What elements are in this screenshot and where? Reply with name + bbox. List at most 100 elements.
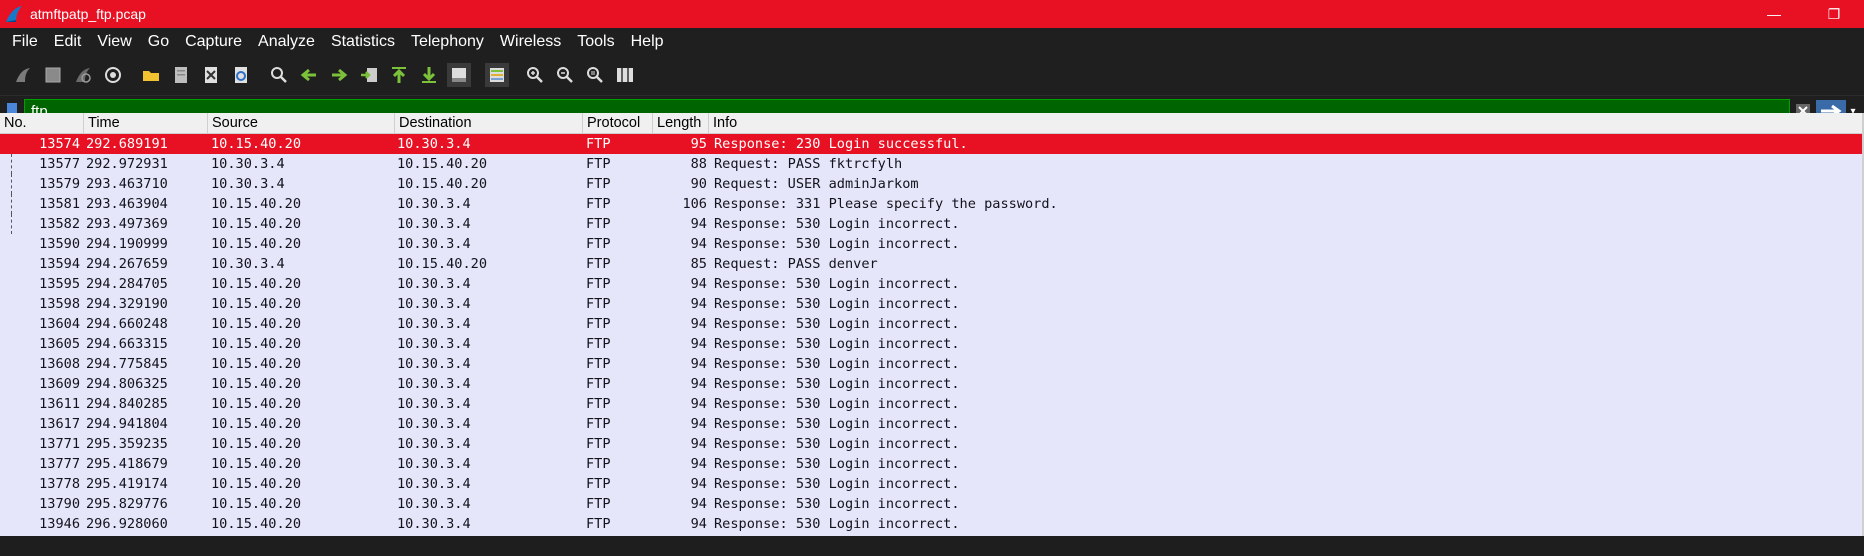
packet-length: 85 xyxy=(690,256,707,272)
menu-edit[interactable]: Edit xyxy=(46,28,90,55)
packet-protocol: FTP xyxy=(586,196,611,212)
table-row[interactable]: 13574 292.689191 10.15.40.20 10.30.3.4 FTP 95… xyxy=(0,134,1864,154)
packet-source: 10.15.40.20 xyxy=(211,396,302,412)
table-row[interactable]: 13617 294.941804 10.15.40.20 10.30.3.4 FTP 94… xyxy=(0,414,1864,434)
packet-length: 94 xyxy=(690,436,707,452)
packet-destination: 10.30.3.4 xyxy=(397,136,471,152)
column-header-no[interactable]: No. xyxy=(0,113,84,133)
menu-view[interactable]: View xyxy=(89,28,139,55)
menu-analyze[interactable]: Analyze xyxy=(250,28,323,55)
table-row[interactable]: 13582 293.497369 10.15.40.20 10.30.3.4 FTP 94… xyxy=(0,214,1864,234)
restart-capture-fin-icon[interactable] xyxy=(71,63,95,87)
menu-capture[interactable]: Capture xyxy=(177,28,250,55)
packet-number: 13778 xyxy=(39,476,80,492)
table-row[interactable]: 13581 293.463904 10.15.40.20 10.30.3.4 FTP 10… xyxy=(0,194,1864,214)
table-row[interactable]: 13778 295.419174 10.15.40.20 10.30.3.4 FTP 94… xyxy=(0,474,1864,494)
packet-number: 13590 xyxy=(39,236,80,252)
packet-source: 10.15.40.20 xyxy=(211,296,302,312)
packet-length: 94 xyxy=(690,276,707,292)
packet-number: 13608 xyxy=(39,356,80,372)
main-toolbar xyxy=(0,55,1864,96)
table-row[interactable]: 13790 295.829776 10.15.40.20 10.30.3.4 FTP 94… xyxy=(0,494,1864,514)
table-row[interactable]: 13590 294.190999 10.15.40.20 10.30.3.4 FTP 94… xyxy=(0,234,1864,254)
column-header-source[interactable]: Source xyxy=(208,113,395,133)
menu-telephony[interactable]: Telephony xyxy=(403,28,492,55)
go-first-packet-icon[interactable] xyxy=(387,63,411,87)
packet-protocol: FTP xyxy=(586,516,611,532)
colorize-icon[interactable] xyxy=(485,63,509,87)
packet-number: 13595 xyxy=(39,276,80,292)
column-header-length[interactable]: Length xyxy=(653,113,709,133)
packet-length: 106 xyxy=(682,196,707,212)
zoom-normal-icon[interactable] xyxy=(583,63,607,87)
packet-destination: 10.30.3.4 xyxy=(397,356,471,372)
packet-length: 94 xyxy=(690,356,707,372)
packet-time: 293.463710 xyxy=(86,176,168,192)
packet-number: 13579 xyxy=(0,174,84,194)
packet-destination: 10.30.3.4 xyxy=(397,436,471,452)
zoom-in-icon[interactable] xyxy=(523,63,547,87)
reload-file-icon[interactable] xyxy=(229,63,253,87)
table-row[interactable]: 13595 294.284705 10.15.40.20 10.30.3.4 FTP 94… xyxy=(0,274,1864,294)
packet-length: 90 xyxy=(690,176,707,192)
column-header-destination[interactable]: Destination xyxy=(395,113,583,133)
table-row[interactable]: 13946 296.928060 10.15.40.20 10.30.3.4 FTP 94… xyxy=(0,514,1864,534)
column-header-info[interactable]: Info xyxy=(709,113,1864,133)
minimize-button[interactable]: — xyxy=(1744,0,1804,28)
capture-options-gear-icon[interactable] xyxy=(101,63,125,87)
packet-length: 94 xyxy=(690,456,707,472)
table-row[interactable]: 13579 293.463710 10.30.3.4 10.15.40.20 FTP 90… xyxy=(0,174,1864,194)
packet-number: 13581 xyxy=(0,194,84,214)
go-back-arrow-icon[interactable] xyxy=(297,63,321,87)
packet-number: 13609 xyxy=(39,376,80,392)
packet-list-header: No. Time Source Destination Protocol Len… xyxy=(0,113,1864,134)
start-capture-fin-icon[interactable] xyxy=(11,63,35,87)
menu-tools[interactable]: Tools xyxy=(569,28,622,55)
packet-time: 294.840285 xyxy=(86,396,168,412)
packet-length: 88 xyxy=(690,156,707,172)
packet-protocol: FTP xyxy=(586,136,611,152)
menu-statistics[interactable]: Statistics xyxy=(323,28,403,55)
packet-number: 13604 xyxy=(39,316,80,332)
go-forward-arrow-icon[interactable] xyxy=(327,63,351,87)
packet-length: 94 xyxy=(690,336,707,352)
table-row[interactable]: 13594 294.267659 10.30.3.4 10.15.40.20 FTP 85… xyxy=(0,254,1864,274)
resize-columns-icon[interactable] xyxy=(613,63,637,87)
table-row[interactable]: 13609 294.806325 10.15.40.20 10.30.3.4 FTP 94… xyxy=(0,374,1864,394)
table-row[interactable]: 13605 294.663315 10.15.40.20 10.30.3.4 FTP 94… xyxy=(0,334,1864,354)
zoom-out-icon[interactable] xyxy=(553,63,577,87)
column-header-protocol[interactable]: Protocol xyxy=(583,113,653,133)
packet-destination: 10.30.3.4 xyxy=(397,516,471,532)
autoscroll-icon[interactable] xyxy=(447,63,471,87)
table-row[interactable]: 13771 295.359235 10.15.40.20 10.30.3.4 FTP 94… xyxy=(0,434,1864,454)
menu-file[interactable]: File xyxy=(4,28,46,55)
packet-info: Response: 530 Login incorrect. xyxy=(714,336,960,352)
column-header-time[interactable]: Time xyxy=(84,113,208,133)
go-last-packet-icon[interactable] xyxy=(417,63,441,87)
maximize-button[interactable]: ❐ xyxy=(1804,0,1864,28)
packet-rows: 13574 292.689191 10.15.40.20 10.30.3.4 FTP 95… xyxy=(0,134,1864,534)
table-row[interactable]: 13608 294.775845 10.15.40.20 10.30.3.4 FTP 94… xyxy=(0,354,1864,374)
packet-length: 94 xyxy=(690,396,707,412)
save-file-icon[interactable] xyxy=(169,63,193,87)
table-row[interactable]: 13611 294.840285 10.15.40.20 10.30.3.4 FTP 94… xyxy=(0,394,1864,414)
packet-info: Response: 530 Login incorrect. xyxy=(714,476,960,492)
packet-source: 10.30.3.4 xyxy=(211,176,285,192)
go-to-packet-icon[interactable] xyxy=(357,63,381,87)
packet-time: 294.775845 xyxy=(86,356,168,372)
table-row[interactable]: 13577 292.972931 10.30.3.4 10.15.40.20 FTP 88… xyxy=(0,154,1864,174)
close-file-icon[interactable] xyxy=(199,63,223,87)
packet-number: 13946 xyxy=(39,516,80,532)
menu-help[interactable]: Help xyxy=(623,28,672,55)
table-row[interactable]: 13598 294.329190 10.15.40.20 10.30.3.4 FTP 94… xyxy=(0,294,1864,314)
table-row[interactable]: 13604 294.660248 10.15.40.20 10.30.3.4 FTP 94… xyxy=(0,314,1864,334)
menu-wireless[interactable]: Wireless xyxy=(492,28,569,55)
stop-capture-icon[interactable] xyxy=(41,63,65,87)
find-packet-icon[interactable] xyxy=(267,63,291,87)
packet-info: Response: 230 Login successful. xyxy=(714,136,968,152)
packet-destination: 10.30.3.4 xyxy=(397,396,471,412)
packet-destination: 10.30.3.4 xyxy=(397,376,471,392)
table-row[interactable]: 13777 295.418679 10.15.40.20 10.30.3.4 FTP 94… xyxy=(0,454,1864,474)
menu-go[interactable]: Go xyxy=(140,28,177,55)
open-folder-icon[interactable] xyxy=(139,63,163,87)
